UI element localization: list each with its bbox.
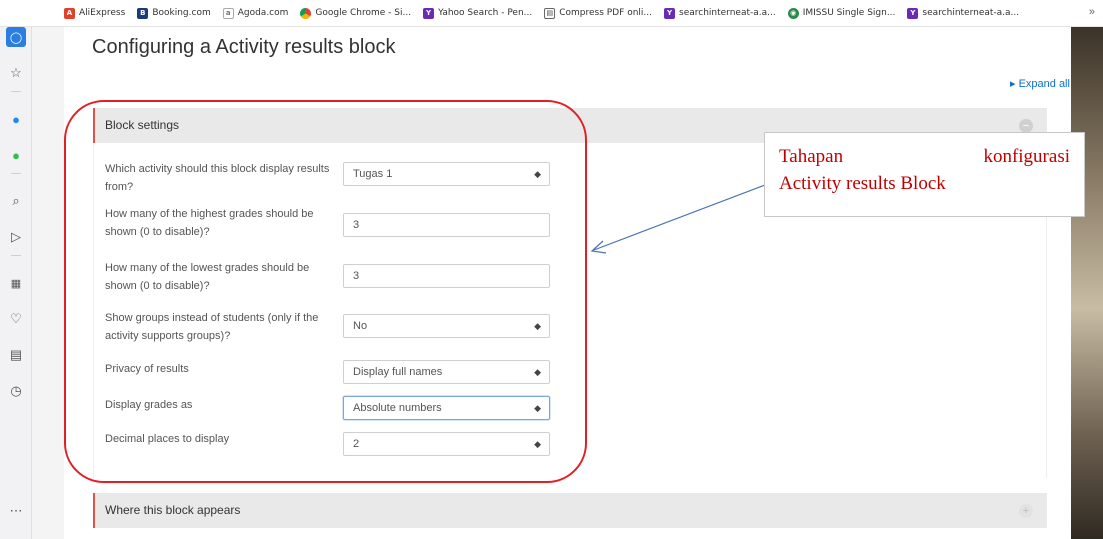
- yahoo-icon: Y: [664, 7, 675, 19]
- more-options-icon[interactable]: ⋯: [6, 501, 26, 521]
- display-grades-select[interactable]: Absolute numbers ◆: [343, 396, 550, 420]
- activity-select[interactable]: Tugas 1 ◆: [343, 162, 550, 186]
- field-label: How many of the highest grades should be…: [105, 208, 314, 238]
- field-label: Decimal places to display: [105, 433, 230, 445]
- screenshot-root: A AliExpress B Booking.com a Agoda.com Goog…: [0, 0, 1103, 539]
- agoda-icon: a: [222, 7, 234, 19]
- pdf-icon: ▤: [544, 7, 556, 19]
- annotation-callout: Tahapan konfigurasi Activity results Bloc…: [764, 132, 1085, 217]
- page-margin: [32, 27, 64, 539]
- send-icon[interactable]: ▷: [6, 227, 26, 247]
- whatsapp-icon[interactable]: ●: [6, 145, 26, 165]
- select-arrow-icon: ◆: [534, 403, 541, 413]
- select-arrow-icon: ◆: [534, 367, 541, 377]
- privacy-select[interactable]: Display full names ◆: [343, 360, 550, 384]
- highest-grades-input[interactable]: 3: [343, 213, 550, 237]
- field-label: Display grades as: [105, 399, 193, 411]
- callout-line: Activity results Block: [779, 173, 946, 194]
- search-icon[interactable]: ⌕: [6, 191, 26, 211]
- expand-all-link[interactable]: ▸ Expand all: [1010, 77, 1070, 90]
- home-icon[interactable]: ◯: [6, 27, 26, 47]
- callout-word: Tahapan: [779, 146, 844, 167]
- desktop-background: [1071, 27, 1103, 539]
- yahoo-icon: Y: [423, 7, 435, 19]
- sidebar-divider: [11, 91, 21, 92]
- field-label: Which activity should this block display…: [105, 163, 330, 193]
- bookmarks-bar: A AliExpress B Booking.com a Agoda.com Goog…: [0, 0, 1103, 27]
- sidebar-divider: [11, 255, 21, 256]
- star-icon[interactable]: ☆: [6, 63, 26, 83]
- bookmark-chrome[interactable]: Google Chrome - Si...: [300, 7, 411, 19]
- select-arrow-icon: ◆: [534, 439, 541, 449]
- bookmark-aliexpress[interactable]: A AliExpress: [64, 7, 125, 19]
- bookmarks-overflow-button[interactable]: »: [1089, 6, 1095, 18]
- expand-icon[interactable]: +: [1019, 504, 1033, 518]
- sidebar-divider: [11, 173, 21, 174]
- bookmark-compress-pdf[interactable]: ▤ Compress PDF onli...: [544, 7, 652, 19]
- callout-word: konfigurasi: [983, 146, 1070, 167]
- bookmark-yahoo-search[interactable]: Y Yahoo Search - Pen...: [423, 7, 532, 19]
- wallet-icon[interactable]: ▤: [6, 345, 26, 365]
- show-groups-select[interactable]: No ◆: [343, 314, 550, 338]
- collapse-icon[interactable]: −: [1019, 119, 1033, 133]
- section-title: Where this block appears: [105, 503, 241, 517]
- browser-sidebar: ◯ ☆ ● ● ⌕ ▷ ▦ ♡ ▤ ◷ ⋯: [0, 27, 32, 539]
- field-label: Show groups instead of students (only if…: [105, 312, 319, 342]
- select-arrow-icon: ◆: [534, 169, 541, 179]
- select-arrow-icon: ◆: [534, 321, 541, 331]
- where-block-appears-header[interactable]: Where this block appears +: [93, 493, 1047, 528]
- bookmark-searchinterneat-1[interactable]: Ysearchinterneat-a.a...: [664, 7, 776, 19]
- decimal-places-select[interactable]: 2 ◆: [343, 432, 550, 456]
- heart-icon[interactable]: ♡: [6, 309, 26, 329]
- lowest-grades-input[interactable]: 3: [343, 264, 550, 288]
- field-label: How many of the lowest grades should be …: [105, 262, 310, 292]
- field-label: Privacy of results: [105, 363, 189, 375]
- page-title: Configuring a Activity results block: [92, 36, 396, 58]
- messenger-icon[interactable]: ●: [6, 109, 26, 129]
- booking-icon: B: [137, 7, 149, 19]
- chrome-icon: [300, 7, 312, 19]
- history-icon[interactable]: ◷: [6, 381, 26, 401]
- apps-grid-icon[interactable]: ▦: [6, 273, 26, 293]
- bookmark-searchinterneat-2[interactable]: Ysearchinterneat-a.a...: [907, 7, 1019, 19]
- bookmark-imissu[interactable]: ◉ IMISSU Single Sign...: [787, 7, 895, 19]
- bookmark-agoda[interactable]: a Agoda.com: [222, 7, 288, 19]
- bookmark-booking[interactable]: B Booking.com: [137, 7, 211, 19]
- yahoo-icon: Y: [907, 7, 919, 19]
- imissu-icon: ◉: [787, 7, 799, 19]
- aliexpress-icon: A: [64, 7, 75, 19]
